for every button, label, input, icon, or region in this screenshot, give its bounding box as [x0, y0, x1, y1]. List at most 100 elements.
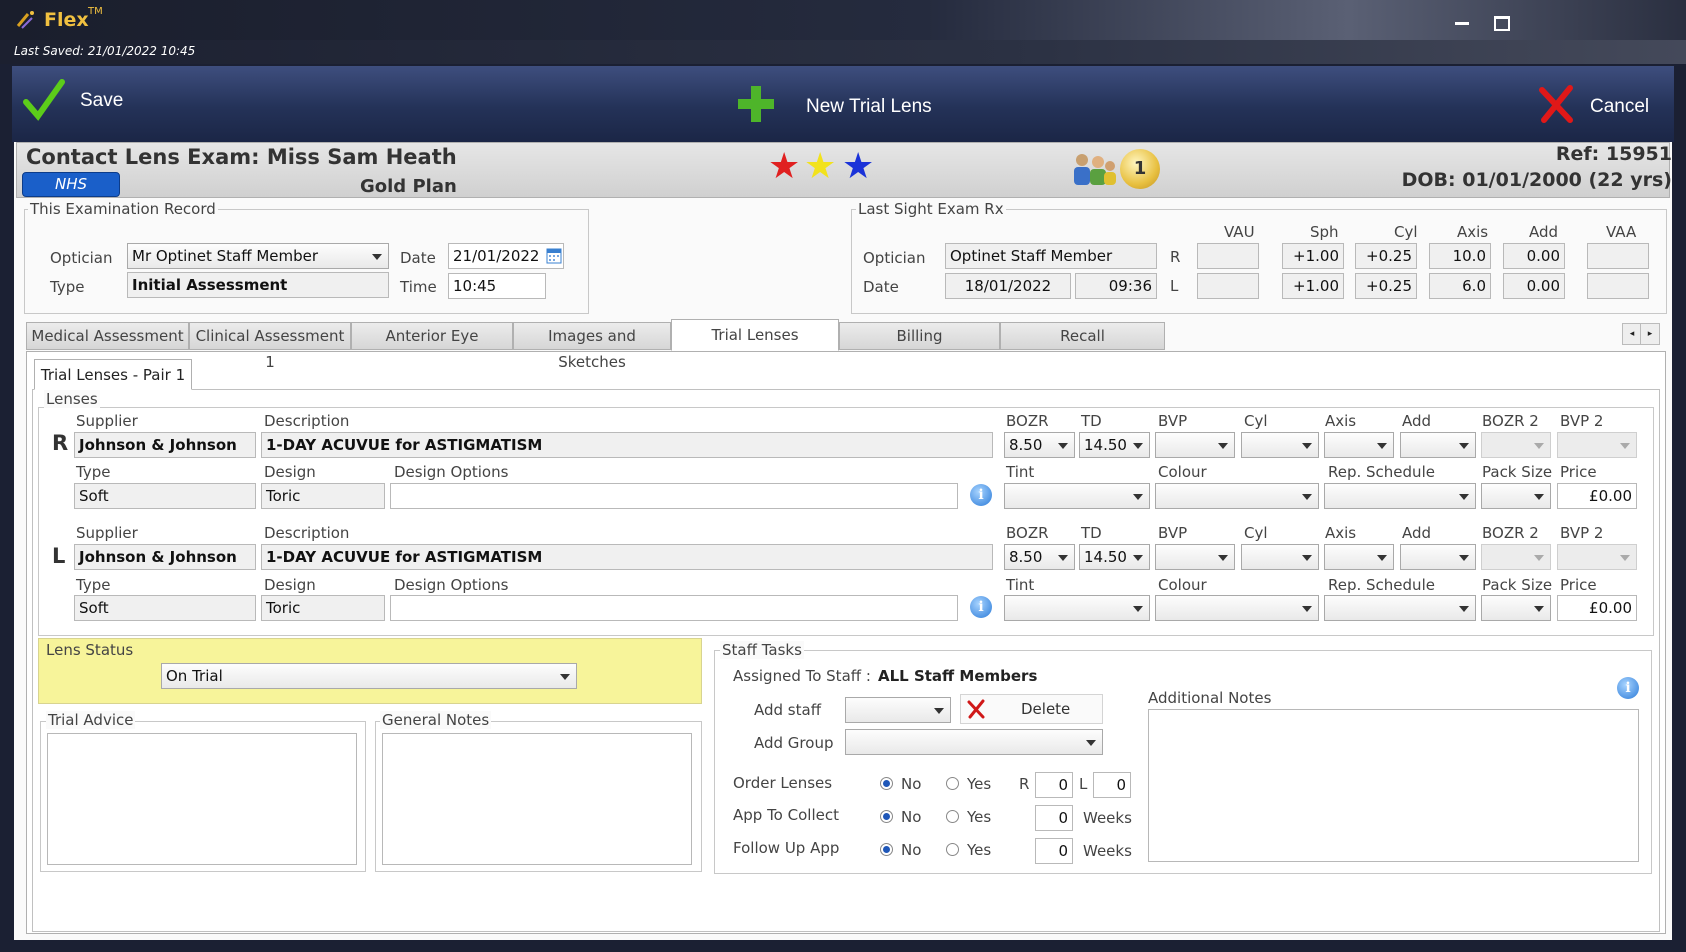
col-axis: Axis: [1457, 223, 1489, 241]
r-design-options-field[interactable]: [390, 483, 958, 509]
l-td-label: TD: [1081, 524, 1102, 542]
l-rep-schedule-label: Rep. Schedule: [1328, 576, 1435, 594]
r-colour-select[interactable]: [1155, 483, 1319, 509]
additional-notes-textarea[interactable]: [1148, 709, 1639, 862]
l-bozr2-select: [1481, 544, 1551, 570]
l-design-options-field[interactable]: [390, 595, 958, 621]
l-axis-select[interactable]: [1324, 544, 1394, 570]
tab-recall[interactable]: Recall: [1000, 322, 1165, 350]
l-supplier-label: Supplier: [76, 524, 138, 542]
r-info-icon[interactable]: i: [970, 484, 992, 506]
l-colour-label: Colour: [1158, 576, 1207, 594]
add-staff-select[interactable]: [845, 697, 951, 723]
l-description-field[interactable]: 1-DAY ACUVUE for ASTIGMATISM: [261, 544, 993, 570]
r-type-field[interactable]: Soft: [74, 483, 256, 509]
ls-l-add: 0.00: [1503, 273, 1565, 299]
l-pack-size-select[interactable]: [1481, 595, 1551, 621]
order-lenses-yes-radio[interactable]: [946, 777, 959, 790]
delete-staff-button[interactable]: Delete: [960, 694, 1103, 724]
exam-type-field[interactable]: Initial Assessment: [127, 272, 389, 298]
order-l-field[interactable]: 0: [1093, 772, 1131, 798]
r-tint-select[interactable]: [1004, 483, 1150, 509]
subtab-pair-1[interactable]: Trial Lenses - Pair 1: [34, 359, 192, 390]
new-trial-lens-button[interactable]: New Trial Lens: [736, 84, 936, 128]
tab-images-and-sketches[interactable]: Images and Sketches: [513, 322, 671, 371]
order-lenses-no-radio[interactable]: [880, 777, 893, 790]
l-price-label: Price: [1560, 576, 1597, 594]
tab-scroll-left-button[interactable]: ◂: [1622, 323, 1642, 345]
staff-tasks-legend: Staff Tasks: [720, 641, 804, 659]
flex-logo-icon: [16, 11, 34, 29]
app-to-collect-label: App To Collect: [733, 806, 839, 824]
tab-billing[interactable]: Billing: [839, 322, 1000, 350]
optician-select[interactable]: Mr Optinet Staff Member: [127, 243, 389, 269]
l-td-select[interactable]: 14.50: [1079, 544, 1150, 570]
l-add-select[interactable]: [1400, 544, 1476, 570]
calendar-icon[interactable]: [546, 246, 562, 264]
l-bvp-select[interactable]: [1155, 544, 1235, 570]
order-r-field[interactable]: 0: [1035, 772, 1073, 798]
ref-number: Ref: 15951: [1555, 143, 1672, 165]
l-tint-select[interactable]: [1004, 595, 1150, 621]
date-label: Date: [400, 249, 436, 267]
minimize-button[interactable]: [1455, 22, 1469, 25]
r-pack-size-select[interactable]: [1481, 483, 1551, 509]
r-td-select[interactable]: 14.50: [1079, 432, 1150, 458]
l-price-field[interactable]: £0.00: [1557, 595, 1637, 621]
r-design-field[interactable]: Toric: [261, 483, 385, 509]
l-tint-label: Tint: [1006, 576, 1035, 594]
general-notes-textarea[interactable]: [382, 733, 692, 865]
r-add-select[interactable]: [1400, 432, 1476, 458]
r-bozr-select[interactable]: 8.50: [1004, 432, 1075, 458]
app-to-collect-weeks-field[interactable]: 0: [1035, 805, 1073, 831]
l-info-icon[interactable]: i: [970, 596, 992, 618]
r-axis-select[interactable]: [1324, 432, 1394, 458]
follow-up-weeks-field[interactable]: 0: [1035, 838, 1073, 864]
r-description-label: Description: [264, 412, 350, 430]
tab-scroll-right-button[interactable]: ▸: [1640, 323, 1660, 345]
tab-anterior-eye[interactable]: Anterior Eye: [351, 322, 513, 350]
r-rep-schedule-select[interactable]: [1324, 483, 1476, 509]
time-label: Time: [400, 278, 437, 296]
exam-time-field[interactable]: 10:45: [448, 273, 546, 299]
optician-label: Optician: [50, 249, 113, 267]
family-group-icon[interactable]: [1070, 150, 1118, 188]
app-to-collect-no-radio[interactable]: [880, 810, 893, 823]
maximize-button[interactable]: [1494, 16, 1510, 31]
r-bvp-select[interactable]: [1155, 432, 1235, 458]
follow-up-yes-radio[interactable]: [946, 843, 959, 856]
save-label: Save: [80, 90, 124, 111]
additional-notes-label: Additional Notes: [1148, 689, 1272, 707]
follow-up-no-radio[interactable]: [880, 843, 893, 856]
add-group-select[interactable]: [845, 729, 1103, 755]
r-description-field[interactable]: 1-DAY ACUVUE for ASTIGMATISM: [261, 432, 993, 458]
right-eye-label: R: [52, 431, 69, 455]
r-design-label: Design: [264, 463, 316, 481]
l-colour-select[interactable]: [1155, 595, 1319, 621]
new-trial-lens-label: New Trial Lens: [806, 96, 932, 117]
r-price-field[interactable]: £0.00: [1557, 483, 1637, 509]
l-cyl-select[interactable]: [1241, 544, 1319, 570]
l-type-field[interactable]: Soft: [74, 595, 256, 621]
lens-status-select[interactable]: On Trial: [161, 663, 577, 689]
app-to-collect-yes-radio[interactable]: [946, 810, 959, 823]
app-trademark: TM: [88, 6, 103, 17]
staff-tasks-info-icon[interactable]: i: [1617, 677, 1639, 699]
l-rep-schedule-select[interactable]: [1324, 595, 1476, 621]
trial-advice-textarea[interactable]: [47, 733, 357, 865]
tab-clinical-assessment-1[interactable]: Clinical Assessment 1: [189, 322, 351, 371]
r-cyl-select[interactable]: [1241, 432, 1319, 458]
l-bozr-select[interactable]: 8.50: [1004, 544, 1075, 570]
r-bvp2-select: [1557, 432, 1637, 458]
nhs-badge: NHS: [22, 172, 120, 197]
r-supplier-field[interactable]: Johnson & Johnson: [74, 432, 256, 458]
visit-count-badge: 1: [1120, 149, 1160, 189]
cancel-button[interactable]: Cancel: [1536, 84, 1676, 128]
l-supplier-field[interactable]: Johnson & Johnson: [74, 544, 256, 570]
l-bozr-label: BOZR: [1006, 524, 1049, 542]
save-button[interactable]: Save: [20, 78, 124, 128]
l-design-field[interactable]: Toric: [261, 595, 385, 621]
tab-trial-lenses[interactable]: Trial Lenses: [671, 319, 839, 351]
tab-medical-assessment[interactable]: Medical Assessment: [26, 322, 189, 350]
ls-row-l-label: L: [1170, 277, 1179, 295]
